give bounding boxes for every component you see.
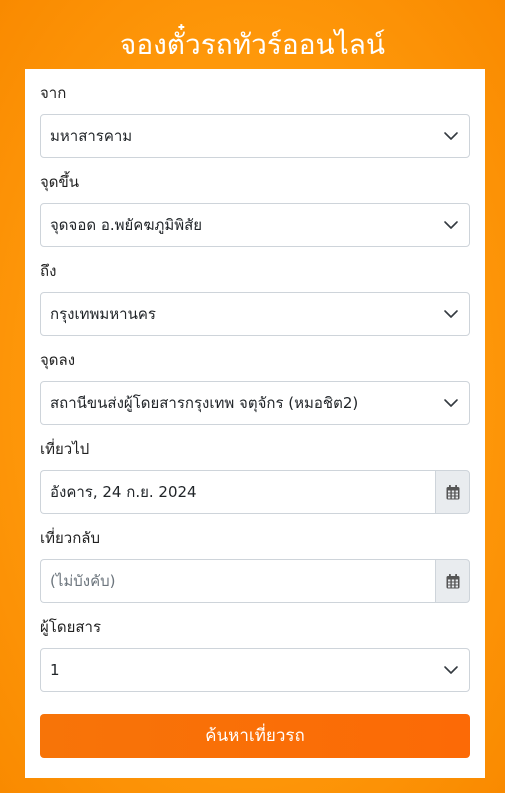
chevron-down-icon xyxy=(444,132,458,140)
depart-date-label: เที่ยวไป xyxy=(40,440,90,458)
destination-select[interactable]: กรุงเทพมหานคร xyxy=(40,292,470,336)
return-date-picker-button[interactable] xyxy=(435,559,470,603)
return-date-input[interactable] xyxy=(40,559,435,603)
pickup-label: จุดขึ้น xyxy=(40,173,80,191)
origin-value: มหาสารคาม xyxy=(50,127,133,145)
chevron-down-icon xyxy=(444,310,458,318)
depart-date-picker-button[interactable] xyxy=(435,470,470,514)
search-trips-button[interactable]: ค้นหาเที่ยวรถ xyxy=(40,714,470,758)
dropoff-label: จุดลง xyxy=(40,351,76,369)
dropoff-value: สถานีขนส่งผู้โดยสารกรุงเทพ จตุจักร (หมอช… xyxy=(50,394,359,412)
dropoff-select[interactable]: สถานีขนส่งผู้โดยสารกรุงเทพ จตุจักร (หมอช… xyxy=(40,381,470,425)
return-date-label: เที่ยวกลับ xyxy=(40,529,101,547)
passengers-label: ผู้โดยสาร xyxy=(40,618,102,636)
origin-label: จาก xyxy=(40,84,67,102)
passengers-select[interactable]: 1 xyxy=(40,648,470,692)
destination-label: ถึง xyxy=(40,262,57,280)
destination-value: กรุงเทพมหานคร xyxy=(50,305,156,323)
calendar-icon xyxy=(446,573,459,588)
return-date-group xyxy=(40,559,470,603)
chevron-down-icon xyxy=(444,666,458,674)
pickup-select[interactable]: จุดจอด อ.พยัคฆภูมิพิสัย xyxy=(40,203,470,247)
page-title: จองตั๋วรถทัวร์ออนไลน์ xyxy=(119,27,386,61)
depart-date-input[interactable] xyxy=(40,470,435,514)
chevron-down-icon xyxy=(444,399,458,407)
chevron-down-icon xyxy=(444,221,458,229)
booking-form: จาก มหาสารคาม จุดขึ้น จุดจอด อ.พยัคฆภูมิ… xyxy=(25,69,485,778)
pickup-value: จุดจอด อ.พยัคฆภูมิพิสัย xyxy=(50,216,203,234)
depart-date-group xyxy=(40,470,470,514)
origin-select[interactable]: มหาสารคาม xyxy=(40,114,470,158)
passengers-value: 1 xyxy=(50,661,60,679)
calendar-icon xyxy=(446,484,459,499)
